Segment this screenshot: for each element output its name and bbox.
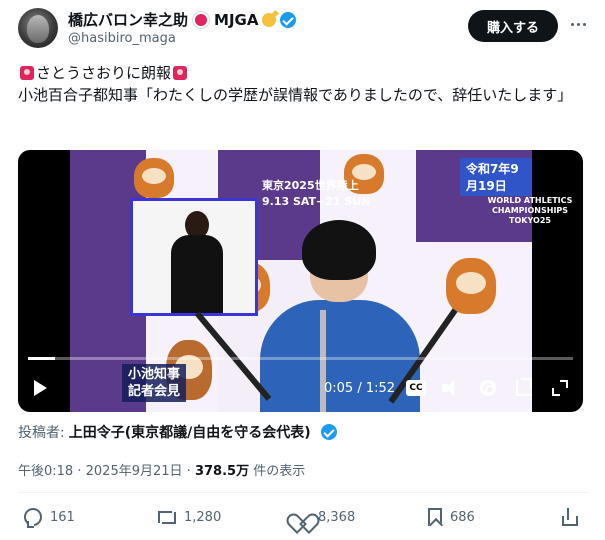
reply-count: 161 [50,509,75,525]
siren-icon [173,66,188,80]
view-count[interactable]: 378.5万 [195,464,249,479]
author-display-suffix[interactable]: MJGA [214,11,258,29]
settings-gear-icon[interactable] [480,380,496,396]
more-options-icon[interactable] [566,12,590,36]
repost-icon [158,508,176,526]
like-button[interactable]: 8,368 [292,508,355,526]
video-controls: 0:05 / 1:52 CC [18,372,583,404]
captions-icon[interactable]: CC [406,380,426,396]
event-dates: 9.13 SAT−21 SUN [262,195,371,208]
share-icon [562,508,578,526]
meta-separator: · [186,464,191,479]
divider [18,492,588,493]
event-title: 東京2025世界陸上 [262,179,359,192]
date-badge: 令和7年9月19日 [460,158,532,196]
tweet-line-1: さとうさおりに朗報 [18,62,583,84]
view-count-suffix: 件の表示 [253,464,306,479]
poster-label: 投稿者: [18,425,65,441]
repost-count: 1,280 [184,509,222,525]
bookmark-icon [428,508,442,526]
reply-icon [24,508,42,528]
pop-out-icon[interactable] [516,378,532,396]
wac-line-3: TOKYO25 [509,216,551,225]
wac-line-2: CHAMPIONSHIPS [491,206,569,215]
repost-button[interactable]: 1,280 [158,508,221,526]
championship-logo: WORLD ATHLETICS CHAMPIONSHIPS TOKYO25 [480,196,580,226]
action-bar: 161 1,280 8,368 686 [18,508,588,532]
reply-button[interactable]: 161 [24,508,75,528]
like-count: 8,368 [318,509,356,525]
meta-separator: · [77,464,82,479]
verified-badge-icon[interactable] [280,11,297,28]
wac-line-1: WORLD ATHLETICS [487,196,573,205]
tweet-line-2: 小池百合子都知事「わたくしの学歴が誤情報でありましたので、辞任いたします」 [18,86,573,104]
share-button[interactable] [562,508,578,526]
volume-icon[interactable] [442,380,462,396]
sparkle-icon [262,12,277,27]
tweet-meta: 午後0:18 · 2025年9月21日 · 378.5万 件の表示 [18,460,305,479]
post-time[interactable]: 午後0:18 [18,464,73,479]
post-date[interactable]: 2025年9月21日 [86,464,183,479]
japan-flag-icon [195,13,208,26]
verified-badge-icon[interactable] [320,424,337,440]
video-player[interactable]: 東京2025世界陸上 9.13 SAT−21 SUN 令和7年9月19日 WOR… [18,150,583,412]
author-handle[interactable]: @hasibiro_maga [68,31,176,46]
bookmark-count: 686 [450,509,475,525]
sign-language-interpreter-inset [130,198,258,316]
event-banner: 東京2025世界陸上 9.13 SAT−21 SUN [262,178,370,210]
play-icon[interactable] [34,380,47,396]
video-progress-fill [28,357,56,360]
avatar[interactable] [18,8,58,48]
heart-icon [292,508,310,526]
tweet-line-1-text: さとうさおりに朗報 [36,64,172,82]
author-display-name[interactable]: 橋広バロン幸之助 [68,9,188,30]
tweet-text: さとうさおりに朗報 小池百合子都知事「わたくしの学歴が誤情報でありましたので、辞… [18,62,583,106]
bookmark-button[interactable]: 686 [428,508,475,526]
poster-name[interactable]: 上田令子(東京都議/自由を守る会代表) [69,422,311,442]
video-time: 0:05 / 1:52 [324,381,396,396]
poster-attribution: 投稿者: 上田令子(東京都議/自由を守る会代表) [18,422,337,442]
video-progress-bar[interactable] [28,357,573,360]
siren-icon [20,66,34,80]
fullscreen-icon[interactable] [552,380,568,396]
tweet-header: 橋広バロン幸之助 MJGA @hasibiro_maga 購入する [18,8,588,52]
buy-button[interactable]: 購入する [468,10,558,42]
author-name-row[interactable]: 橋広バロン幸之助 MJGA [68,9,297,30]
